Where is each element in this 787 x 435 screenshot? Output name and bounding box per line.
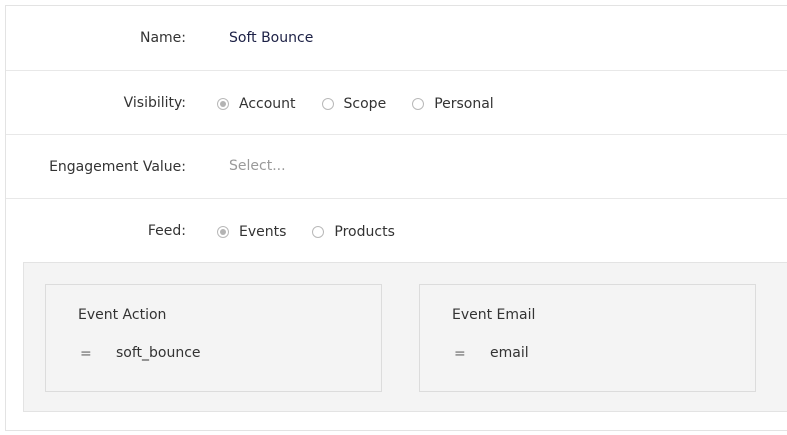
- visibility-option-personal[interactable]: Personal: [412, 96, 494, 112]
- engagement-select[interactable]: Select...: [229, 158, 286, 174]
- visibility-option-label: Scope: [343, 96, 387, 112]
- visibility-option-scope[interactable]: Scope: [321, 96, 387, 112]
- condition-value: email: [490, 345, 529, 361]
- visibility-label: Visibility:: [123, 95, 186, 111]
- feed-radio-group: Events Products: [217, 224, 421, 240]
- engagement-label: Engagement Value:: [49, 159, 186, 175]
- condition-title: Event Email: [452, 307, 536, 323]
- name-value[interactable]: Soft Bounce: [229, 30, 313, 46]
- radio-checked-icon[interactable]: [217, 226, 229, 238]
- feed-option-events[interactable]: Events: [217, 224, 286, 240]
- conditions-area: Event Action = soft_bounce Event Email =…: [23, 262, 787, 412]
- condition-card-event-email[interactable]: Event Email = email: [419, 284, 756, 392]
- radio-unchecked-icon[interactable]: [312, 226, 325, 238]
- visibility-option-label: Personal: [434, 96, 494, 112]
- visibility-option-label: Account: [239, 96, 296, 112]
- name-label: Name:: [139, 30, 186, 46]
- visibility-radio-group: Account Scope Personal: [217, 96, 520, 112]
- radio-checked-icon[interactable]: [217, 98, 229, 110]
- feed-option-products[interactable]: Products: [312, 224, 395, 240]
- condition-value: soft_bounce: [116, 345, 201, 361]
- visibility-option-account[interactable]: Account: [217, 96, 296, 112]
- segment-form-panel: Name: Soft Bounce Visibility: Account Sc…: [5, 5, 787, 431]
- feed-row: Feed: Events Products: [6, 198, 787, 262]
- equals-operator: =: [454, 346, 466, 362]
- feed-option-label: Events: [239, 224, 287, 240]
- engagement-row: Engagement Value: Select...: [6, 134, 787, 199]
- equals-operator: =: [80, 346, 92, 362]
- condition-card-event-action[interactable]: Event Action = soft_bounce: [45, 284, 382, 392]
- radio-unchecked-icon[interactable]: [321, 98, 334, 110]
- feed-option-label: Products: [334, 224, 395, 240]
- condition-title: Event Action: [78, 307, 167, 323]
- name-row: Name: Soft Bounce: [6, 6, 787, 71]
- visibility-row: Visibility: Account Scope Personal: [6, 70, 787, 135]
- radio-unchecked-icon[interactable]: [412, 98, 425, 110]
- feed-label: Feed:: [147, 223, 186, 239]
